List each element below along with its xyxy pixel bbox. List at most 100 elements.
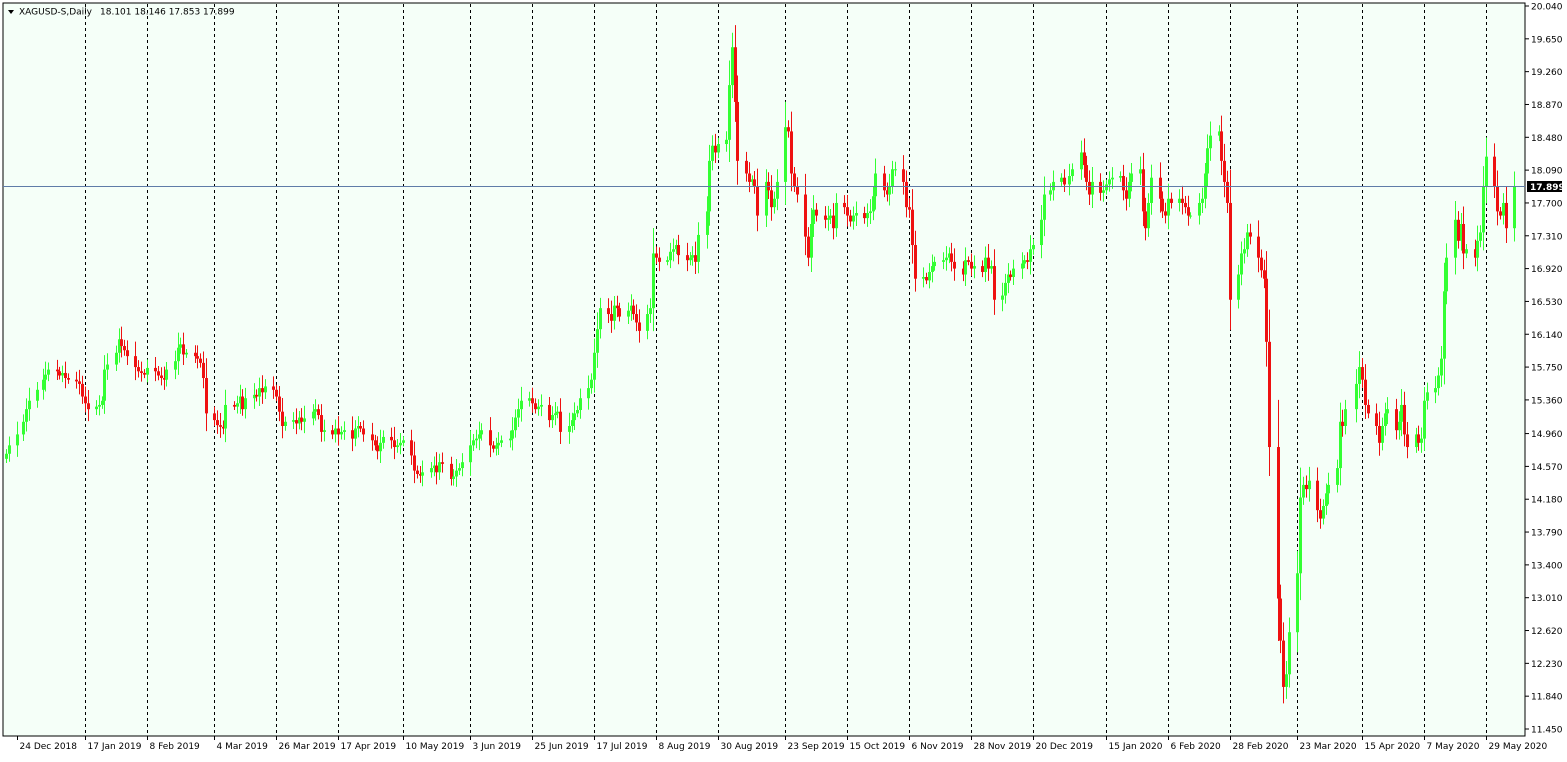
candle-body	[16, 434, 19, 446]
candle-body	[281, 411, 284, 426]
candle-body	[390, 436, 393, 441]
candle-body	[596, 329, 599, 353]
candle-body	[354, 428, 357, 439]
candle-body	[1130, 173, 1133, 182]
candle-body	[1220, 131, 1223, 161]
candle-body	[1417, 434, 1420, 443]
candle-body	[1187, 207, 1190, 216]
candle-body	[618, 308, 621, 317]
candle-body	[928, 271, 931, 281]
candle-body	[472, 440, 475, 446]
candle-body	[146, 367, 149, 375]
candle-body	[894, 169, 897, 171]
chart-header: XAGUSD-S,Daily 18.101 18.146 17.853 17.8…	[8, 8, 235, 18]
candle-body	[1150, 177, 1153, 203]
candle-body	[143, 372, 146, 375]
candle-body	[993, 266, 996, 300]
candle-body	[1012, 268, 1015, 278]
candle-body	[931, 266, 934, 272]
candle-body	[1485, 156, 1488, 187]
candle-body	[559, 411, 562, 432]
x-tick-label: 17 Jan 2019	[88, 742, 142, 752]
candle-body	[1316, 480, 1319, 511]
candle-body	[101, 400, 104, 405]
candle-body	[745, 160, 748, 174]
candle-body	[981, 266, 984, 272]
candle-body	[233, 404, 236, 407]
candle-body	[1142, 169, 1145, 212]
candle-body	[773, 198, 776, 208]
candle-body	[126, 350, 129, 357]
candle-body	[258, 388, 261, 397]
candle-body	[1147, 202, 1150, 229]
candle-body	[264, 386, 267, 393]
candle-body	[888, 186, 891, 195]
candle-body	[475, 438, 478, 441]
candle-body	[323, 430, 326, 432]
candle-body	[922, 277, 925, 279]
candle-body	[691, 255, 694, 258]
candle-body	[627, 310, 630, 317]
candle-body	[1398, 421, 1401, 431]
candle-body	[554, 413, 557, 416]
candle-body	[942, 260, 945, 262]
candle-body	[185, 352, 188, 355]
time-axis[interactable]: 24 Dec 2018 17 Jan 2019 8 Feb 2019 4 Mar 20…	[17, 736, 1548, 752]
candle-body	[455, 470, 458, 477]
x-tick-label: 20 Dec 2019	[1036, 742, 1094, 752]
candle-body	[134, 356, 137, 368]
candle-body	[694, 255, 697, 262]
candle-body	[891, 169, 894, 187]
candle-body	[1440, 358, 1443, 376]
candle-body	[1170, 198, 1173, 203]
x-tick-label: 25 Jun 2019	[535, 742, 589, 752]
y-tick-label: 15.360	[1531, 396, 1563, 406]
candle-body	[933, 261, 936, 267]
candle-body	[5, 453, 8, 459]
candle-body	[556, 411, 559, 414]
candle-body	[334, 428, 337, 435]
candle-body	[905, 181, 908, 208]
candle-body	[1268, 341, 1271, 448]
candle-body	[1299, 497, 1302, 574]
candle-body	[58, 371, 61, 376]
candle-body	[1080, 152, 1083, 170]
candle-body	[1125, 190, 1128, 199]
candle-body	[371, 434, 374, 441]
candle-body	[1102, 190, 1105, 193]
candle-body	[734, 47, 737, 102]
candle-body	[1403, 404, 1406, 435]
candle-body	[495, 445, 498, 449]
candle-body	[753, 179, 756, 187]
candle-body	[669, 251, 672, 261]
chart-window: 20.040 19.650 19.260 18.870 18.480 18.090 17.7…	[0, 0, 1567, 758]
candle-body	[1105, 184, 1108, 191]
candle-body	[1426, 392, 1429, 401]
candle-body	[1068, 176, 1071, 185]
candle-body	[1437, 375, 1440, 389]
candle-body	[1164, 211, 1167, 216]
candle-body	[1395, 409, 1398, 431]
y-tick-label: 20.040	[1531, 3, 1563, 13]
candle-body	[914, 245, 917, 279]
candle-body	[205, 378, 208, 414]
candle-body	[672, 249, 675, 252]
candle-body	[576, 410, 579, 414]
candle-body	[1476, 240, 1479, 258]
candle-body	[320, 415, 323, 432]
candle-body	[1423, 400, 1426, 439]
candle-body	[67, 378, 70, 380]
candle-body	[95, 406, 98, 410]
candlestick-chart[interactable]: 20.040 19.650 19.260 18.870 18.480 18.090 17.7…	[0, 0, 1567, 758]
candle-body	[849, 215, 852, 222]
candle-body	[1386, 409, 1389, 414]
candle-body	[1063, 177, 1066, 185]
candle-body	[489, 430, 492, 446]
candle-body	[1445, 257, 1448, 292]
candle-body	[1260, 257, 1263, 271]
candle-body	[1296, 573, 1299, 633]
candle-body	[666, 260, 669, 262]
candle-body	[790, 131, 793, 174]
candle-body	[1355, 383, 1358, 410]
price-axis[interactable]: 20.040 19.650 19.260 18.870 18.480 18.090 17.7…	[1525, 3, 1563, 736]
